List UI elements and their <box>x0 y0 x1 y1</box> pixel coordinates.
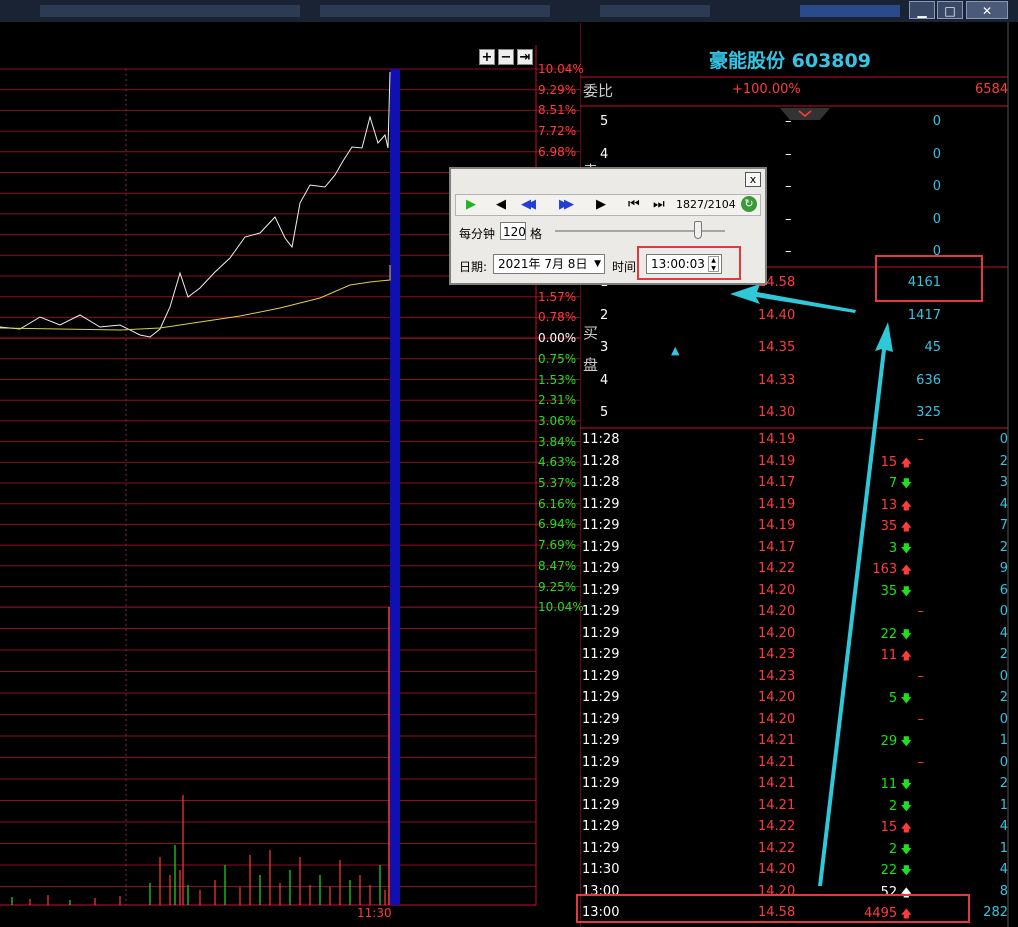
play-icon[interactable]: ▶ <box>466 197 476 213</box>
refresh-icon[interactable]: ↻ <box>741 196 757 212</box>
close-dialog-button[interactable]: x <box>745 172 761 187</box>
fast-forward-icon[interactable]: ▶▶ <box>559 197 574 213</box>
replay-progress: 1827/2104 <box>676 198 736 211</box>
per-minute-label: 每分钟 <box>459 227 496 241</box>
rewind-icon[interactable]: ◀◀ <box>521 197 536 213</box>
per-minute-unit: 格 <box>530 227 543 241</box>
skip-end-icon[interactable]: ⏭ <box>653 197 665 213</box>
date-label: 日期: <box>459 260 488 274</box>
speed-slider-thumb[interactable] <box>693 221 702 239</box>
skip-start-icon[interactable]: ⏮ <box>628 197 640 213</box>
date-value: 2021年 7月 8日 <box>498 257 588 271</box>
step-forward-icon[interactable]: ▶ <box>596 197 606 213</box>
chevron-down-icon[interactable]: ▼ <box>594 255 601 273</box>
step-back-icon[interactable]: ◀ <box>496 197 506 213</box>
per-minute-input[interactable]: 120 <box>500 222 526 240</box>
replay-toolbar: ▶ ◀ ◀◀ ▶▶ ▶ ⏮ ⏭ 1827/2104 ↻ <box>455 194 761 216</box>
time-label: 时间 <box>612 260 637 274</box>
date-picker[interactable]: 2021年 7月 8日 ▼ <box>493 254 605 274</box>
annotation-arrows <box>730 284 893 886</box>
highlight-box <box>637 246 741 280</box>
